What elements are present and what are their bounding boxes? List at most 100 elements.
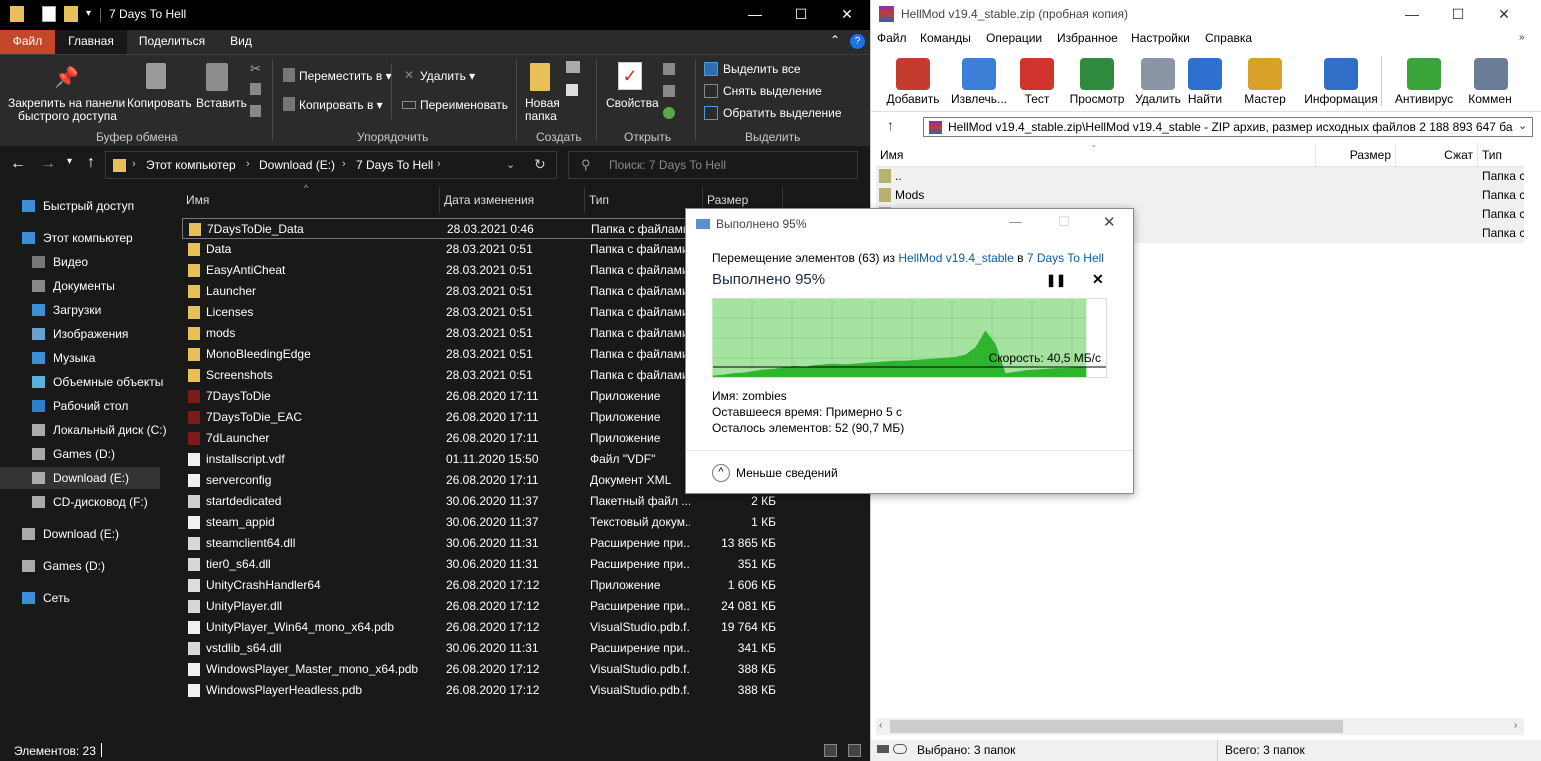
scrollbar-thumb[interactable] [890,720,1343,733]
file-row[interactable]: startdedicated 30.06.2020 11:37 Пакетный ф… [182,491,776,512]
pin-label-2[interactable]: быстрого доступа [18,109,117,123]
key-icon[interactable] [893,744,907,754]
cut-icon[interactable]: ✂ [250,61,261,77]
toolbar-button[interactable]: Антивирус [1391,54,1457,110]
paste-button[interactable]: Вставить [196,96,247,110]
sidebar-item[interactable]: Документы [0,275,168,297]
file-row[interactable]: UnityPlayer_Win64_mono_x64.pdb 26.08.2020… [182,617,776,638]
tab-home[interactable]: Главная [55,30,127,54]
tab-file[interactable]: Файл [0,30,55,54]
file-row[interactable]: 7dLauncher 26.08.2020 17:11 Приложение [182,428,687,449]
new-item-icon[interactable] [566,61,580,73]
destination-link[interactable]: 7 Days To Hell [1027,251,1104,265]
sidebar-item[interactable]: Сеть [0,587,168,609]
sidebar-item[interactable]: Объемные объекты [0,371,168,393]
maximize-button[interactable]: ☐ [778,0,824,30]
toolbar-button[interactable]: Извлечь... [947,54,1011,110]
minimize-button[interactable]: — [1389,0,1435,30]
properties-button[interactable]: Свойства [606,96,659,110]
close-button[interactable]: ✕ [1103,213,1116,231]
file-row[interactable]: tier0_s64.dll 30.06.2020 11:31 Расширение … [182,554,776,575]
up-arrow-icon[interactable]: ↑ [887,117,894,133]
toolbar-button[interactable]: Просмотр [1067,54,1127,110]
maximize-button[interactable]: ☐ [1435,0,1481,30]
toolbar-button[interactable]: Информация [1301,54,1381,110]
horizontal-scrollbar[interactable]: ‹ › [876,718,1524,735]
file-row[interactable]: serverconfig 26.08.2020 17:11 Документ XML [182,470,687,491]
file-row[interactable]: WindowsPlayer_Master_mono_x64.pdb 26.08.2… [182,659,776,680]
chevron-down-icon[interactable]: ▾ [86,8,91,19]
sidebar-item[interactable]: Games (D:) [0,555,168,577]
sidebar-item[interactable]: Games (D:) [0,443,168,465]
recent-chevron-icon[interactable]: ▾ [67,156,72,167]
new-folder-label-2[interactable]: папка [525,109,557,123]
select-none-button[interactable]: Снять выделение [723,84,822,98]
sidebar-item[interactable]: Музыка [0,347,168,369]
sidebar-item[interactable]: CD-дисковод (F:) [0,491,168,513]
search-input[interactable]: Поиск: 7 Days To Hell [609,158,726,172]
sidebar-item[interactable]: Видео [0,251,168,273]
chevron-up-icon[interactable]: ^ [712,464,730,482]
back-arrow-icon[interactable]: ← [10,155,26,173]
file-row[interactable]: 7DaysToDie_Data 28.03.2021 0:46 Папка с фа… [182,218,690,239]
sidebar-item[interactable]: Этот компьютер [0,227,168,249]
menu-favorites[interactable]: Избранное [1057,31,1118,45]
minimize-button[interactable]: — [1009,214,1022,229]
file-row[interactable]: 7DaysToDie_EAC 26.08.2020 17:11 Приложение [182,407,687,428]
tab-share[interactable]: Поделиться [130,30,214,54]
drive-icon[interactable] [877,745,889,753]
menu-help[interactable]: Справка [1205,31,1252,45]
easy-access-icon[interactable] [566,84,578,96]
copy-to-button[interactable]: Копировать в ▾ [299,98,383,112]
address-dropdown-icon[interactable]: ⌄ [506,158,515,171]
toolbar-button[interactable]: Коммен [1461,54,1519,110]
file-row[interactable]: Licenses 28.03.2021 0:51 Папка с файлами [182,302,689,323]
pin-label-1[interactable]: Закрепить на панели [8,96,125,110]
sidebar-item[interactable]: Download (E:) [0,467,160,489]
copy-button[interactable]: Копировать [127,96,192,110]
refresh-icon[interactable]: ↻ [534,156,546,173]
column-size[interactable]: Размер [1316,143,1396,167]
breadcrumb-download-e[interactable]: Download (E:) [259,158,335,172]
edit-icon[interactable] [663,85,675,97]
menu-settings[interactable]: Настройки [1131,31,1190,45]
help-icon[interactable]: ? [850,34,865,49]
close-button[interactable]: ✕ [1481,0,1527,30]
file-row[interactable]: steam_appid 30.06.2020 11:37 Текстовый док… [182,512,776,533]
file-row[interactable]: Screenshots 28.03.2021 0:51 Папка с файлам… [182,365,689,386]
move-to-button[interactable]: Переместить в ▾ [299,69,392,83]
less-details-button[interactable]: Меньше сведений [736,466,838,480]
file-row[interactable]: 7DaysToDie 26.08.2020 17:11 Приложение [182,386,687,407]
source-link[interactable]: HellMod v19.4_stable [898,251,1013,265]
file-row[interactable]: vstdlib_s64.dll 30.06.2020 11:31 Расширени… [182,638,776,659]
sidebar-item[interactable]: Рабочий стол [0,395,168,417]
scroll-left-icon[interactable]: ‹ [879,720,882,731]
file-row[interactable]: UnityPlayer.dll 26.08.2020 17:12 Расширени… [182,596,776,617]
file-row[interactable]: steamclient64.dll 30.06.2020 11:31 Расшире… [182,533,776,554]
file-row[interactable]: MonoBleedingEdge 28.03.2021 0:51 Папка с ф… [182,344,689,365]
minimize-button[interactable]: — [732,0,778,30]
column-packed[interactable]: Сжат [1396,143,1478,167]
toolbar-button[interactable]: Тест [1017,54,1057,110]
delete-button[interactable]: Удалить ▾ [420,69,475,83]
file-row[interactable]: WindowsPlayerHeadless.pdb 26.08.2020 17:1… [182,680,776,701]
sidebar-item[interactable]: Изображения [0,323,168,345]
rename-button[interactable]: Переименовать [420,98,508,112]
column-date[interactable]: Дата изменения [440,187,585,213]
breadcrumb-this-pc[interactable]: Этот компьютер [146,158,236,172]
search-box[interactable]: ⚲ Поиск: 7 Days To Hell [568,151,858,179]
archive-path-field[interactable]: HellMod v19.4_stable.zip\HellMod v19.4_s… [923,117,1533,137]
new-folder-label-1[interactable]: Новая [525,96,560,110]
menu-operations[interactable]: Операции [986,31,1042,45]
toolbar-button[interactable]: Найти [1185,54,1225,110]
toolbar-button[interactable]: Удалить [1133,54,1183,110]
open-icon[interactable] [663,63,675,75]
address-bar[interactable]: › Этот компьютер › Download (E:) › 7 Day… [105,151,557,179]
up-arrow-icon[interactable]: ↑ [87,154,95,172]
pause-button[interactable]: ❚❚ [1046,273,1066,287]
close-button[interactable]: ✕ [824,0,870,30]
new-folder-icon[interactable] [64,6,78,22]
column-name[interactable]: Имя [182,187,440,213]
forward-arrow-icon[interactable]: → [40,155,56,173]
path-dropdown-icon[interactable]: ⌄ [1518,119,1527,132]
